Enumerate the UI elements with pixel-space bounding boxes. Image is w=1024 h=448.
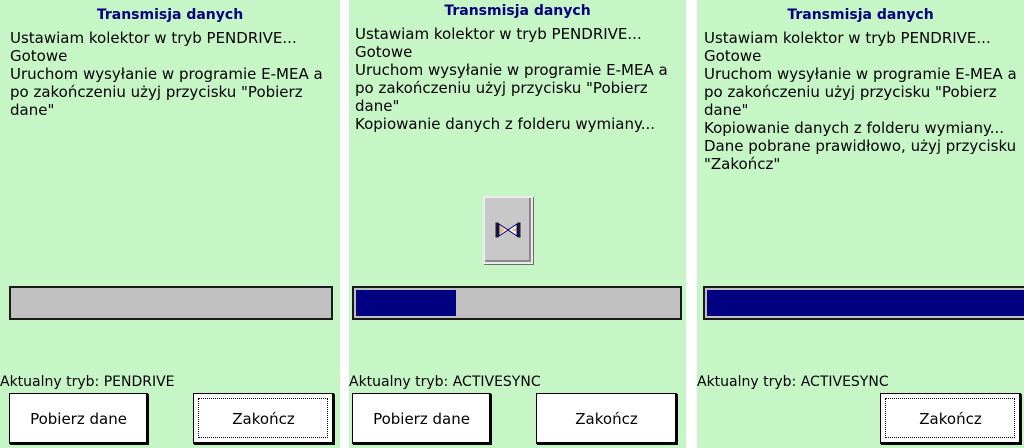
fetch-data-button[interactable]: Pobierz dane (9, 393, 148, 444)
finish-button[interactable]: Zakończ (880, 393, 1021, 444)
transmission-screen-1: Transmisja danych Ustawiam kolektor w tr… (0, 0, 340, 448)
screen-title: Transmisja danych (787, 7, 934, 23)
status-log: Ustawiam kolektor w tryb PENDRIVE... Got… (10, 29, 323, 119)
status-log: Ustawiam kolektor w tryb PENDRIVE... Got… (704, 29, 1017, 173)
status-log: Ustawiam kolektor w tryb PENDRIVE... Got… (355, 25, 668, 133)
screen-title: Transmisja danych (96, 7, 244, 23)
hourglass-icon (495, 222, 521, 238)
progress-bar (352, 286, 682, 320)
progress-bar (9, 286, 333, 320)
busy-indicator (483, 196, 533, 264)
transmission-screen-2: Transmisja danych Ustawiam kolektor w tr… (349, 0, 686, 448)
progress-fill (356, 290, 456, 316)
fetch-data-button[interactable]: Pobierz dane (352, 393, 491, 444)
progress-fill (707, 290, 1024, 316)
current-mode-label: Aktualny tryb: ACTIVESYNC (349, 374, 541, 390)
progress-bar (703, 286, 1024, 320)
transmission-screen-3: Transmisja danych Ustawiam kolektor w tr… (697, 0, 1024, 448)
screen-title: Transmisja danych (444, 3, 591, 19)
current-mode-label: Aktualny tryb: PENDRIVE (0, 374, 175, 390)
current-mode-label: Aktualny tryb: ACTIVESYNC (697, 374, 889, 390)
finish-button[interactable]: Zakończ (536, 393, 677, 444)
finish-button[interactable]: Zakończ (193, 393, 334, 444)
